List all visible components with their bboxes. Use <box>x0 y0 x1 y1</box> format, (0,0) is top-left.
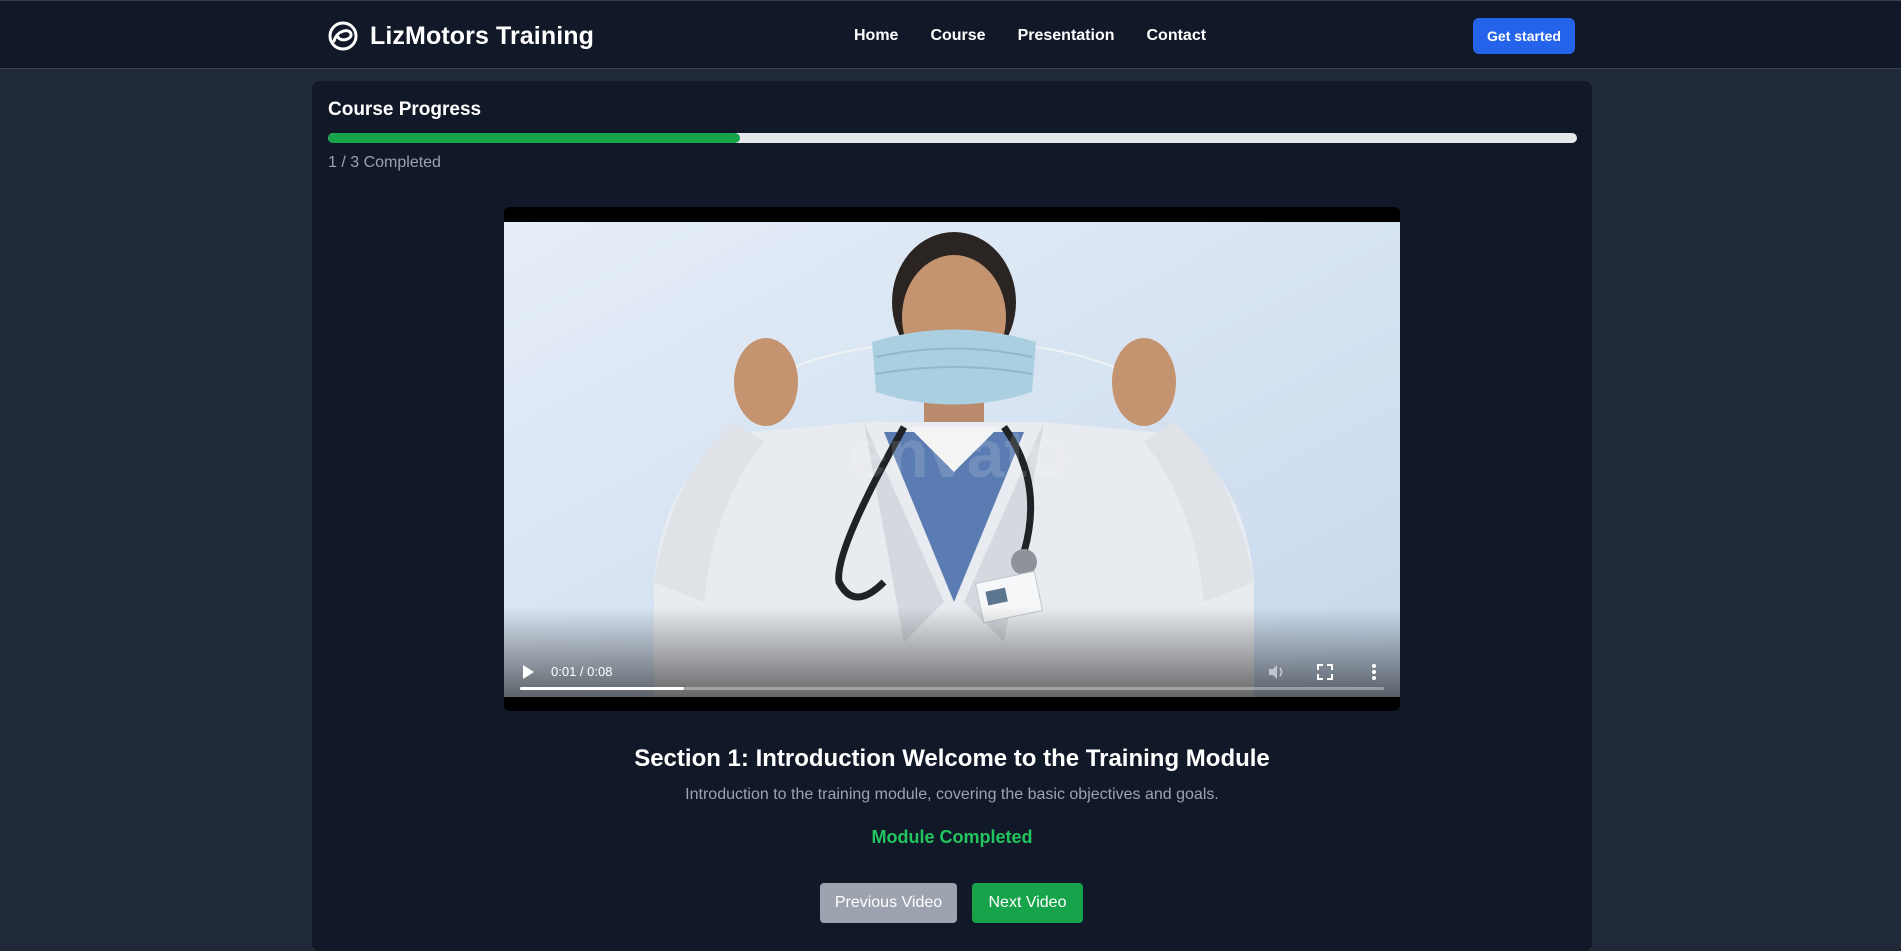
play-icon[interactable] <box>520 662 536 682</box>
fullscreen-icon[interactable] <box>1315 662 1335 682</box>
brand-name: LizMotors Training <box>370 21 595 50</box>
nav-link-course[interactable]: Course <box>930 25 985 47</box>
video-seek-bar-fill <box>520 687 685 690</box>
progress-bar <box>328 133 1577 143</box>
video-time: 0:01 / 0:08 <box>551 664 613 679</box>
module-status: Module Completed <box>871 827 1033 847</box>
section-title: Section 1: Introduction Welcome to the T… <box>634 745 1270 772</box>
get-started-button[interactable]: Get started <box>1473 18 1575 54</box>
course-card: Course Progress 1 / 3 Completed envato 0… <box>312 81 1592 951</box>
nav-link-contact[interactable]: Contact <box>1147 25 1207 47</box>
swirl-logo-icon <box>328 21 358 51</box>
nav-link-presentation[interactable]: Presentation <box>1018 25 1115 47</box>
next-video-button[interactable]: Next Video <box>972 883 1083 923</box>
progress-bar-fill <box>328 133 741 143</box>
section-description: Introduction to the training module, cov… <box>685 786 1219 803</box>
progress-text: 1 / 3 Completed <box>328 154 441 171</box>
previous-video-button[interactable]: Previous Video <box>820 883 957 923</box>
nav-link-home[interactable]: Home <box>854 25 898 47</box>
brand[interactable]: LizMotors Training <box>328 19 594 53</box>
more-vert-icon[interactable] <box>1364 662 1384 682</box>
volume-icon[interactable] <box>1266 662 1286 682</box>
top-navbar: LizMotors Training Home Course Presentat… <box>0 0 1901 69</box>
progress-title: Course Progress <box>328 99 482 120</box>
svg-text:envato: envato <box>849 416 1068 492</box>
video-player[interactable]: envato 0:01 / 0:08 <box>504 207 1400 711</box>
nav-links: Home Course Presentation Contact <box>854 25 1206 47</box>
video-seek-bar[interactable] <box>520 687 1384 690</box>
video-controls-gradient <box>504 607 1400 711</box>
